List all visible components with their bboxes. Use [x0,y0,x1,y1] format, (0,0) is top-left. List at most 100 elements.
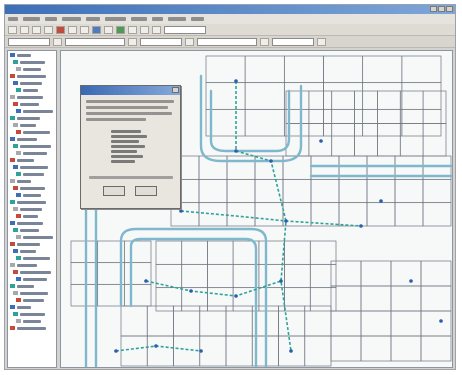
parcel-lot[interactable] [338,178,368,204]
network-node[interactable] [179,209,183,213]
parcel-lot[interactable] [422,90,447,124]
parcel-lot[interactable] [420,335,452,362]
undo-icon[interactable] [92,25,101,34]
parcel-lot[interactable] [181,263,208,289]
tree-item[interactable] [16,255,56,261]
parcel-lot[interactable] [226,155,256,180]
network-node[interactable] [144,279,148,283]
network-node[interactable] [154,344,158,348]
parcel-lot[interactable] [394,202,424,227]
tree-item[interactable] [16,129,56,135]
tree-item[interactable] [16,318,56,324]
tree-item[interactable] [16,213,56,219]
close-icon[interactable] [446,6,453,12]
dropdown-icon[interactable] [128,37,137,46]
network-node[interactable] [319,139,323,143]
tree-item[interactable] [16,87,56,93]
save-icon[interactable] [32,25,41,34]
parcel-lot[interactable] [401,82,442,110]
parcel-lot[interactable] [284,287,311,312]
tree-item[interactable] [13,248,56,254]
open-icon[interactable] [20,25,29,34]
parcel-lot[interactable] [360,335,392,362]
tree-item[interactable] [16,276,56,282]
tree-item[interactable] [13,143,56,149]
tree-item[interactable] [13,206,56,212]
parcel-lot[interactable] [362,82,403,110]
zoom-out-icon[interactable] [116,25,125,34]
dropdown-icon[interactable] [53,37,62,46]
parcel-lot[interactable] [155,287,183,312]
parcel-lot[interactable] [284,263,311,289]
network-node[interactable] [439,319,443,323]
parcel-lot[interactable] [422,202,452,227]
parcel-lot[interactable] [354,123,378,157]
copy-icon[interactable] [68,25,77,34]
road-outline[interactable] [209,89,291,153]
tree-item[interactable] [10,136,56,142]
tree-item[interactable] [13,269,56,275]
layer-combo-2[interactable] [65,37,125,46]
layer-combo-1[interactable] [8,37,50,46]
parcel-lot[interactable] [323,55,364,84]
parcel-lot[interactable] [283,55,324,84]
tree-item[interactable] [10,157,56,163]
tree-item[interactable] [16,108,56,114]
parcel-lot[interactable] [401,55,442,84]
parcel-lot[interactable] [278,305,306,337]
network-node[interactable] [359,224,363,228]
parcel-lot[interactable] [420,310,452,337]
tree-item[interactable] [13,185,56,191]
parcel-lot[interactable] [146,305,174,337]
menu-item-3[interactable] [45,17,57,21]
parcel-lot[interactable] [331,90,355,124]
parcel-lot[interactable] [225,335,253,367]
parcel-lot[interactable] [244,108,285,137]
parcel-lot[interactable] [420,285,452,312]
parcel-lot[interactable] [377,90,401,124]
menu-item-4[interactable] [62,17,81,21]
layer-combo-5[interactable] [272,37,314,46]
parcel-lot[interactable] [199,305,227,337]
parcel-lot[interactable] [205,55,246,84]
network-node[interactable] [279,279,283,283]
tree-item[interactable] [10,94,56,100]
network-node[interactable] [114,349,118,353]
pan-icon[interactable] [128,25,137,34]
scale-combo[interactable] [164,25,206,34]
parcel-lot[interactable] [123,240,152,264]
parcel-lot[interactable] [198,178,228,204]
dialog-close-icon[interactable] [172,87,179,93]
menu-item-9[interactable] [168,17,186,21]
parcel-lot[interactable] [422,178,452,204]
tree-item[interactable] [10,325,56,331]
parcel-lot[interactable] [338,202,368,227]
tree-item[interactable] [13,122,56,128]
tree-item[interactable] [16,192,56,198]
menu-item-1[interactable] [8,17,18,21]
menu-item-5[interactable] [86,17,100,21]
dropdown-icon[interactable] [260,37,269,46]
cut-icon[interactable] [56,25,65,34]
parcel-lot[interactable] [207,263,234,289]
parcel-lot[interactable] [323,108,364,137]
network-node[interactable] [284,219,288,223]
road-outline[interactable] [129,237,258,368]
parcel-lot[interactable] [390,260,422,287]
parcel-lot[interactable] [309,263,337,289]
parcel-lot[interactable] [366,178,396,204]
parcel-lot[interactable] [399,90,424,124]
maximize-icon[interactable] [438,6,445,12]
parcel-lot[interactable] [390,335,422,362]
tree-item[interactable] [16,297,56,303]
parcel-lot[interactable] [226,202,256,227]
parcel-lot[interactable] [420,260,452,287]
menu-item-10[interactable] [191,17,204,21]
parcel-lot[interactable] [70,240,99,264]
parcel-lot[interactable] [304,335,332,367]
layer-combo-4[interactable] [197,37,257,46]
network-node[interactable] [234,79,238,83]
new-icon[interactable] [8,25,17,34]
parcel-lot[interactable] [331,123,355,157]
parcel-lot[interactable] [225,305,253,337]
